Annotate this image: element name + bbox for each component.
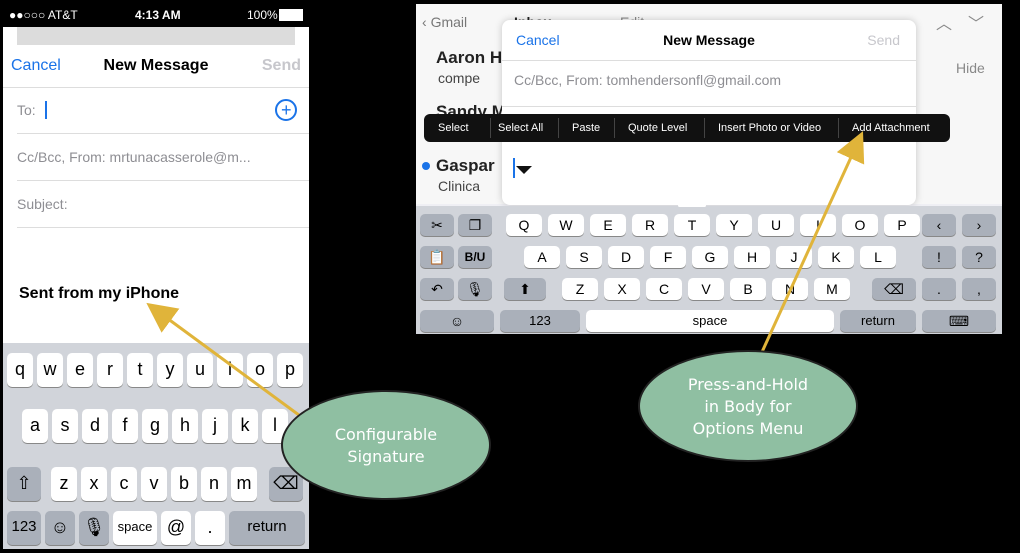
menu-arrow <box>760 131 865 353</box>
callout-line: in Body for <box>704 397 792 416</box>
menu-callout: Press-and-Hold in Body for Options Menu <box>638 350 858 462</box>
callout-line: Options Menu <box>692 419 804 438</box>
callout-line: Configurable <box>334 425 438 444</box>
signature-callout: Configurable Signature <box>281 390 491 500</box>
annotation-arrows <box>146 131 865 434</box>
callout-line: Signature <box>347 447 425 466</box>
callout-line: Press-and-Hold <box>687 375 809 394</box>
signature-arrow <box>146 302 323 434</box>
